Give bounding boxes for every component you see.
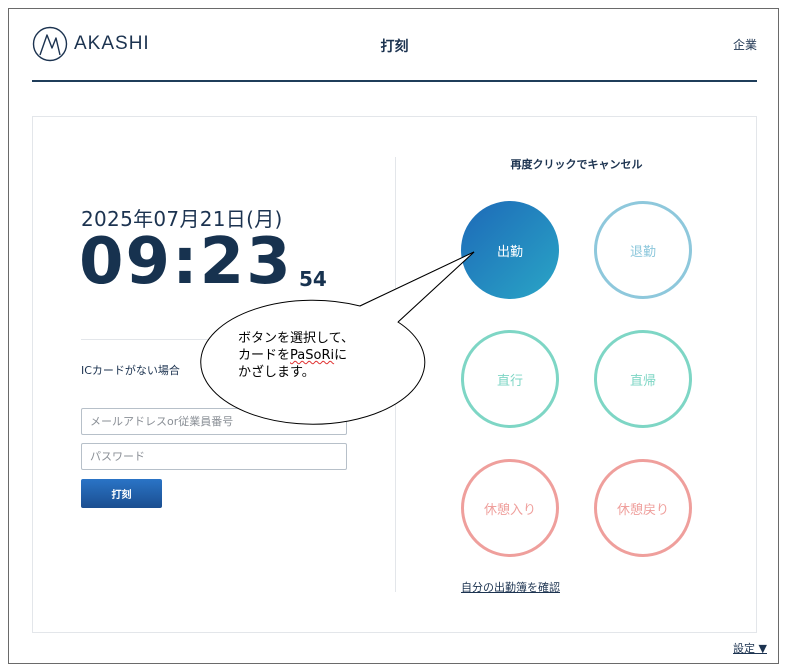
callout-line-3: かざします。 [238,365,315,380]
callout-line-2: カードをPaSoRiに [238,347,408,364]
company-link[interactable]: 企業 [733,36,757,53]
punch-button[interactable]: 打刻 [81,479,162,508]
attendance-record-link[interactable]: 自分の出勤簿を確認 [461,579,560,595]
password-input[interactable] [81,443,347,470]
break-start-button[interactable]: 休憩入り [461,459,559,557]
direct-out-button[interactable]: 直帰 [594,330,692,428]
direct-in-button[interactable]: 直行 [461,330,559,428]
break-end-button[interactable]: 休憩戻り [594,459,692,557]
clock-out-button[interactable]: 退勤 [594,201,692,299]
current-time: 09:23 [79,225,293,299]
callout-line-1: ボタンを選択して、 [238,331,354,346]
callout-line-2-prefix: カードを [238,348,291,363]
email-or-employee-id-input[interactable] [81,408,347,435]
cancel-hint: 再度クリックでキャンセル [510,158,643,171]
callout-text: ボタンを選択して、 カードをPaSoRiに かざします。 [238,330,408,381]
clock-in-button[interactable]: 出勤 [461,201,559,299]
app-header: AKASHI 打刻 企業 [32,22,757,82]
pasori-word: PaSoRi [290,348,335,363]
settings-menu[interactable]: 設定 ▼ [733,640,767,656]
callout-line-2-suffix: に [334,348,348,363]
page-title: 打刻 [380,39,409,55]
current-seconds: 54 [299,267,327,291]
ic-card-label: ICカードがない場合 [81,364,180,377]
